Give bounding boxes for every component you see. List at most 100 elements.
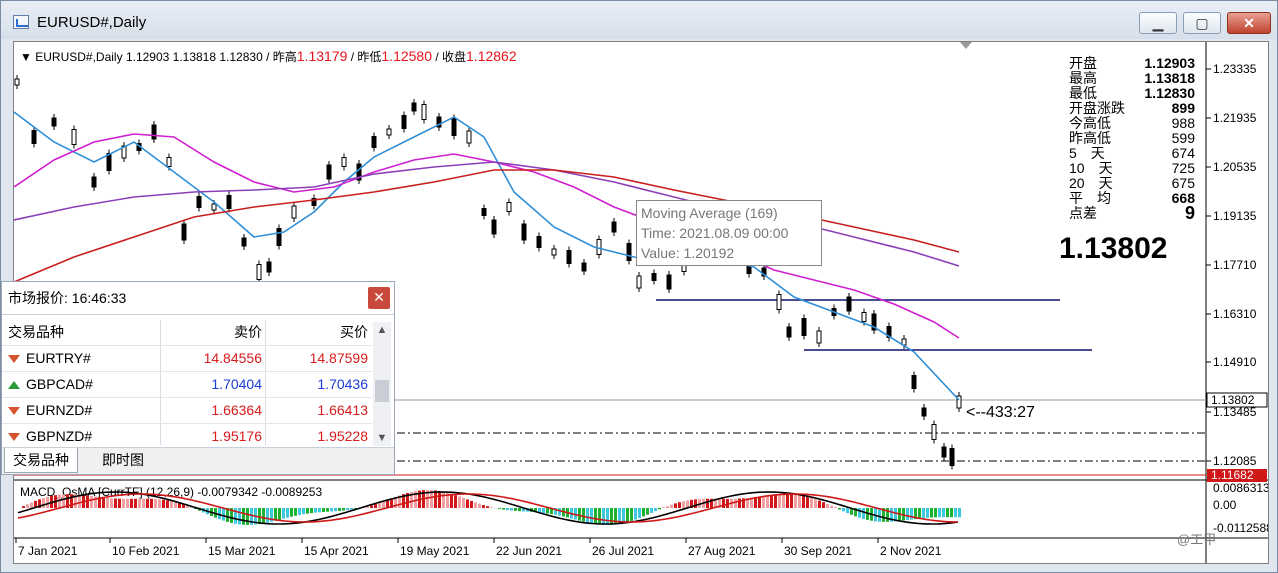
macd-histogram-bar xyxy=(130,498,133,508)
table-row[interactable]: EURNZD# 1.66364 1.66413 xyxy=(2,398,372,424)
macd-histogram-bar xyxy=(818,500,821,508)
header-ask[interactable]: 买价 xyxy=(264,320,368,345)
candle-body xyxy=(921,407,927,417)
stats-panel: 开盘 1.12903 最高 1.13818 最低 1.12830 开盘涨跌 899 今高低 988… xyxy=(1069,56,1195,224)
macd-histogram-bar xyxy=(334,508,337,512)
macd-histogram-bar xyxy=(906,508,909,521)
table-row[interactable]: GBPCAD# 1.70404 1.70436 xyxy=(2,372,372,398)
macd-histogram-bar xyxy=(146,498,149,508)
stat-label: 开盘涨跌 xyxy=(1069,100,1125,116)
macd-histogram-bar xyxy=(802,495,805,508)
macd-histogram-bar xyxy=(470,500,473,508)
candle-body xyxy=(266,261,272,273)
big-price: 1.13802 xyxy=(1059,232,1168,265)
macd-histogram-bar xyxy=(798,495,801,508)
prev-high-value: 1.13179 xyxy=(296,48,348,64)
candle-body xyxy=(71,129,77,145)
macd-histogram-bar xyxy=(118,498,121,508)
arrow-down-icon xyxy=(8,355,20,364)
macd-histogram-bar xyxy=(466,499,469,508)
macd-histogram-bar xyxy=(462,497,465,508)
dropdown-triangle-icon[interactable]: ▼ xyxy=(20,50,32,64)
macd-histogram-bar xyxy=(242,508,245,525)
maximize-button[interactable]: ▢ xyxy=(1183,12,1221,34)
macd-histogram-bar xyxy=(578,508,581,521)
macd-histogram-bar xyxy=(678,502,681,508)
candle-body xyxy=(801,318,807,336)
macd-histogram-bar xyxy=(878,508,881,522)
macd-histogram-bar xyxy=(110,498,113,508)
macd-histogram-bar xyxy=(150,498,153,508)
stat-label: 点差 xyxy=(1069,205,1097,221)
market-watch-close-button[interactable]: ✕ xyxy=(368,287,390,309)
macd-histogram-bar xyxy=(606,508,609,525)
macd-histogram-bar xyxy=(490,507,493,508)
macd-histogram-bar xyxy=(842,508,845,512)
minimize-button[interactable]: ▁ xyxy=(1139,12,1177,34)
macd-histogram-bar xyxy=(794,494,797,508)
window-title: EURUSD#,Daily xyxy=(37,14,147,31)
date-axis-label: 15 Apr 2021 xyxy=(304,544,369,558)
macd-histogram-bar xyxy=(510,508,513,511)
macd-histogram-bar xyxy=(910,508,913,520)
macd-histogram-bar xyxy=(90,496,93,508)
macd-histogram-bar xyxy=(806,496,809,508)
symbol-name: GBPCAD# xyxy=(26,376,93,392)
candle-body xyxy=(51,117,57,127)
close-button[interactable]: ✕ xyxy=(1227,12,1271,34)
stat-label: 10 天 xyxy=(1069,160,1113,176)
macd-histogram-bar xyxy=(954,508,957,518)
scroll-down-icon[interactable]: ▼ xyxy=(373,430,391,446)
macd-histogram-bar xyxy=(382,501,385,508)
table-row[interactable]: EURTRY# 14.84556 14.87599 xyxy=(2,346,372,372)
candle-body xyxy=(776,294,782,310)
macd-histogram-bar xyxy=(278,508,281,520)
macd-histogram-bar xyxy=(642,508,645,517)
arrow-up-icon xyxy=(8,381,20,390)
stat-value: 675 xyxy=(1171,175,1195,191)
macd-histogram-bar xyxy=(46,496,49,508)
stat-value: 599 xyxy=(1171,130,1195,146)
macd-histogram-bar xyxy=(166,500,169,508)
price-axis-label: 1.20535 xyxy=(1213,160,1257,174)
ohlc-values: 1.12903 1.13818 1.12830 xyxy=(125,50,263,64)
macd-histogram-bar xyxy=(22,506,25,508)
candle-body xyxy=(166,157,172,167)
macd-histogram-bar xyxy=(498,508,501,509)
tab-tick-chart[interactable]: 即时图 xyxy=(94,448,152,472)
macd-histogram-bar xyxy=(142,498,145,508)
market-watch-scrollbar[interactable]: ▲ ▼ xyxy=(373,322,391,446)
macd-histogram-bar xyxy=(694,499,697,508)
date-axis-label: 22 Jun 2021 xyxy=(496,544,562,558)
candle-body xyxy=(326,164,332,180)
stat-label: 昨高低 xyxy=(1069,130,1111,146)
tab-symbols[interactable]: 交易品种 xyxy=(4,448,78,473)
macd-histogram-bar xyxy=(378,502,381,508)
candle-body xyxy=(91,176,97,188)
candle-body xyxy=(911,375,917,389)
scroll-up-icon[interactable]: ▲ xyxy=(373,322,391,338)
header-symbol[interactable]: 交易品种 xyxy=(8,320,158,345)
stat-value: 899 xyxy=(1171,100,1195,116)
macd-axis-label: 0.0086313 xyxy=(1213,481,1269,495)
macd-histogram-bar xyxy=(346,508,349,511)
macd-histogram-bar xyxy=(338,508,341,511)
macd-histogram-bar xyxy=(846,508,849,514)
macd-histogram-bar xyxy=(454,495,457,508)
macd-histogram-bar xyxy=(154,498,157,508)
price-axis-label: 1.12085 xyxy=(1213,454,1257,468)
macd-histogram-bar xyxy=(170,501,173,508)
row-symbol: GBPCAD# xyxy=(8,372,158,397)
candle-body xyxy=(949,448,955,466)
macd-histogram-bar xyxy=(626,508,629,523)
scroll-thumb[interactable] xyxy=(375,380,389,402)
stat-row: 平 均 668 xyxy=(1069,191,1195,206)
candle-body xyxy=(276,228,282,246)
macd-histogram-bar xyxy=(638,508,641,519)
macd-histogram-bar xyxy=(26,504,29,508)
market-watch-table: 交易品种 卖价 买价 EURTRY# 14.84556 14.87599 GBPCAD… xyxy=(2,320,372,450)
header-bid[interactable]: 卖价 xyxy=(162,320,262,345)
macd-histogram-bar xyxy=(502,508,505,510)
macd-histogram-bar xyxy=(950,508,953,518)
tooltip-value: Value: 1.20192 xyxy=(641,245,735,261)
